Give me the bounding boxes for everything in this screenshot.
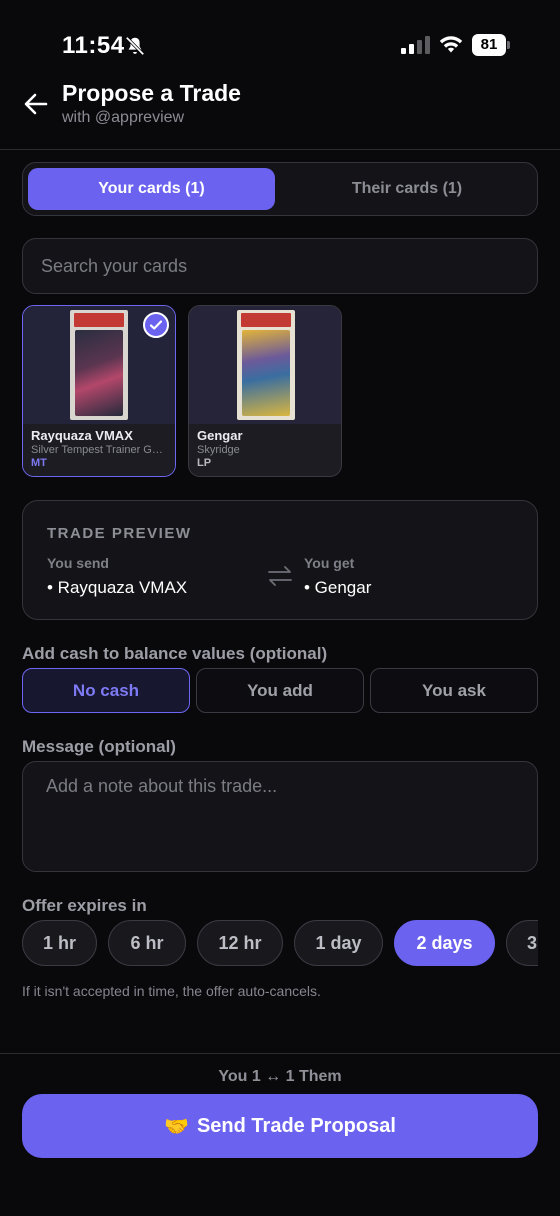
card-tile-rayquaza[interactable]: Rayquaza VMAX Silver Tempest Trainer Gal… [22,305,176,477]
you-send-item: • Rayquaza VMAX [47,578,188,597]
card-tile-gengar[interactable]: Gengar Skyridge LP [188,305,342,477]
expiry-pill-3days[interactable]: 3 [506,920,538,966]
expiry-pill-12hr[interactable]: 12 hr [197,920,283,966]
message-box [22,761,538,872]
cash-option-no-cash[interactable]: No cash [22,668,190,713]
card-name: Gengar [197,428,243,443]
search-box [22,238,538,294]
handshake-icon: 🤝 [164,1115,189,1138]
trade-preview-panel: TRADE PREVIEW You send • Rayquaza VMAX Y… [22,500,538,620]
expiry-section-label: Offer expires in [22,896,147,915]
footer-bar: You 1 ↔ 1 Them 🤝 Send Trade Proposal [0,1053,560,1216]
expiry-pill-6hr[interactable]: 6 hr [108,920,186,966]
signal-icon [401,36,430,54]
cash-option-you-add[interactable]: You add [196,668,364,713]
search-input[interactable] [23,239,537,293]
card-set: Silver Tempest Trainer Gallery [31,444,167,456]
message-section-label: Message (optional) [22,737,176,756]
cash-option-you-ask[interactable]: You ask [370,668,538,713]
tab-your-cards[interactable]: Your cards (1) [28,168,275,210]
status-bar: 11:54 81 [0,0,560,80]
card-condition: MT [31,457,47,469]
cash-section-label: Add cash to balance values (optional) [22,644,328,663]
expiry-pill-1day[interactable]: 1 day [294,920,383,966]
battery-icon: 81 [472,34,510,56]
page-subtitle: with @appreview [62,109,185,126]
card-set: Skyridge [197,444,240,456]
card-image [189,306,341,424]
card-name: Rayquaza VMAX [31,428,133,443]
checkmark-icon [143,312,169,338]
you-get-label: You get [304,555,355,571]
wifi-icon [439,36,463,53]
arrow-left-icon[interactable] [22,90,50,118]
battery-level: 81 [472,34,506,56]
swap-arrows-icon [268,566,292,586]
page-header: Propose a Trade with @appreview [0,76,560,150]
trade-preview-title: TRADE PREVIEW [47,525,192,542]
trade-summary: You 1 ↔ 1 Them [218,1068,342,1085]
tab-their-cards[interactable]: Their cards (1) [281,168,533,210]
message-textarea[interactable] [23,762,537,871]
card-owner-tabs: Your cards (1) Their cards (1) [22,162,538,216]
send-trade-proposal-button[interactable]: 🤝 Send Trade Proposal [22,1094,538,1158]
status-time: 11:54 [62,32,125,59]
expiry-hint: If it isn't accepted in time, the offer … [22,983,321,999]
bell-slash-icon [125,36,145,56]
expiry-pill-1hr[interactable]: 1 hr [22,920,97,966]
send-button-label: Send Trade Proposal [196,1114,396,1137]
expiry-options: 1 hr 6 hr 12 hr 1 day 2 days 3 [22,920,538,968]
you-send-label: You send [47,555,109,571]
card-condition: LP [197,457,212,469]
expiry-pill-2days[interactable]: 2 days [394,920,495,966]
you-get-item: • Gengar [304,578,372,597]
page-title: Propose a Trade [62,80,241,106]
